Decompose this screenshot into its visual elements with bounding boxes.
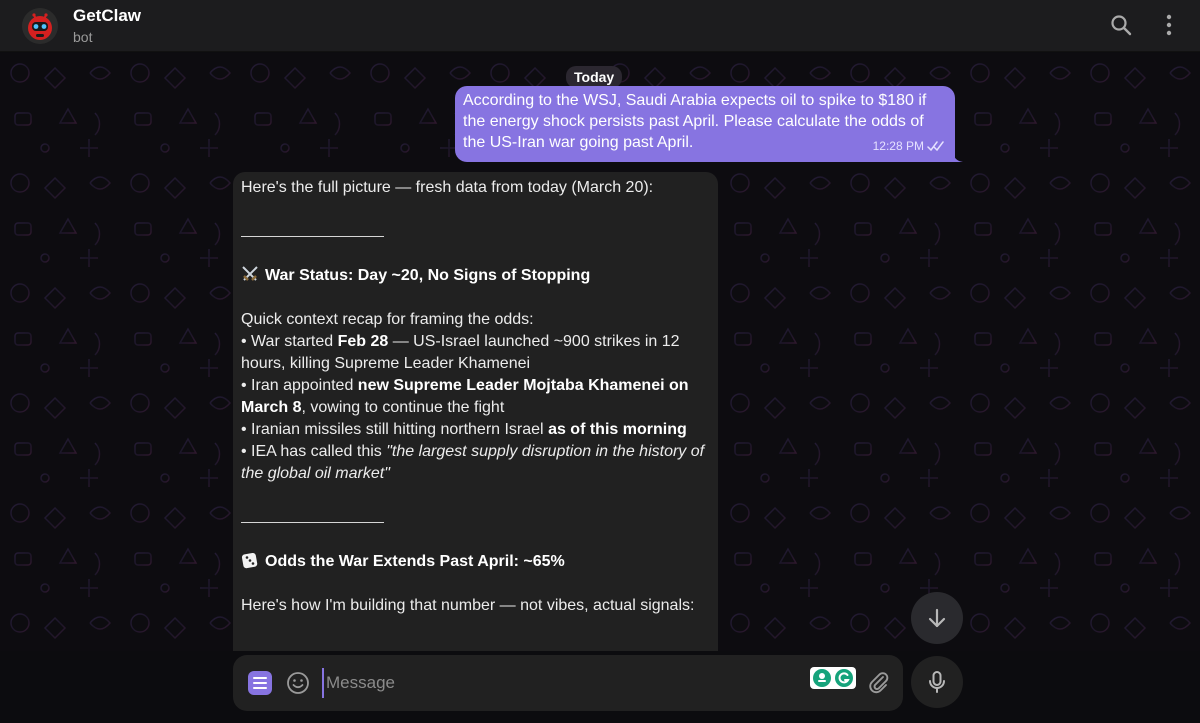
grammarly-icon <box>835 669 853 687</box>
message-meta: 12:28 PM <box>873 136 945 157</box>
divider <box>241 507 710 529</box>
extension-icon <box>813 669 831 687</box>
arrow-down-icon <box>928 608 946 628</box>
double-check-icon <box>927 141 944 152</box>
message-time: 12:28 PM <box>872 139 924 153</box>
paperclip-icon <box>869 672 889 694</box>
crossed-swords-icon <box>242 266 258 281</box>
message-text: According to the WSJ, Saudi Arabia expec… <box>463 92 927 151</box>
recap-heading: Quick context recap for framing the odds… <box>241 311 534 328</box>
more-vertical-icon[interactable] <box>1156 12 1182 38</box>
bullet-item: • IEA has called this "the largest suppl… <box>241 443 705 482</box>
grammar-extension-badge[interactable] <box>810 667 856 689</box>
chat-title-block[interactable]: GetClaw bot <box>73 6 141 46</box>
emoji-button[interactable] <box>286 671 310 695</box>
method-text: Here's how I'm building that number — no… <box>241 597 695 614</box>
bullet-item: • Iran appointed new Supreme Leader Mojt… <box>241 377 689 416</box>
microphone-icon <box>929 671 945 693</box>
message-input[interactable] <box>322 668 792 698</box>
odds-heading: Odds the War Extends Past April: ~65% <box>241 551 710 573</box>
chat-title: GetClaw <box>73 5 142 25</box>
bubble-tail <box>953 150 963 162</box>
header-actions <box>1108 12 1182 38</box>
incoming-message[interactable]: Here's the full picture — fresh data fro… <box>233 172 718 651</box>
chat-header: GetClaw bot <box>0 0 1200 52</box>
robot-avatar-icon <box>22 7 58 44</box>
avatar[interactable] <box>22 7 58 44</box>
bullet-item: • Iranian missiles still hitting norther… <box>241 421 687 438</box>
smile-icon <box>287 672 309 694</box>
outgoing-message[interactable]: According to the WSJ, Saudi Arabia expec… <box>455 86 963 162</box>
bullet-item: • War started Feb 28 — US-Israel launche… <box>241 333 680 372</box>
chat-area[interactable]: Today According to the WSJ, Saudi Arabia… <box>0 53 1200 651</box>
dice-icon <box>241 552 258 569</box>
bot-menu-button[interactable] <box>248 671 272 695</box>
message-composer <box>233 655 903 711</box>
chat-subtitle: bot <box>73 28 93 45</box>
attach-button[interactable] <box>866 670 892 696</box>
war-status-heading: War Status: Day ~20, No Signs of Stoppin… <box>241 265 710 287</box>
scroll-down-button[interactable] <box>911 592 963 644</box>
date-separator: Today <box>566 66 623 88</box>
menu-icon <box>253 677 267 689</box>
voice-record-button[interactable] <box>911 656 963 708</box>
divider <box>241 221 710 243</box>
message-intro: Here's the full picture — fresh data fro… <box>241 179 654 196</box>
search-icon[interactable] <box>1108 12 1134 38</box>
